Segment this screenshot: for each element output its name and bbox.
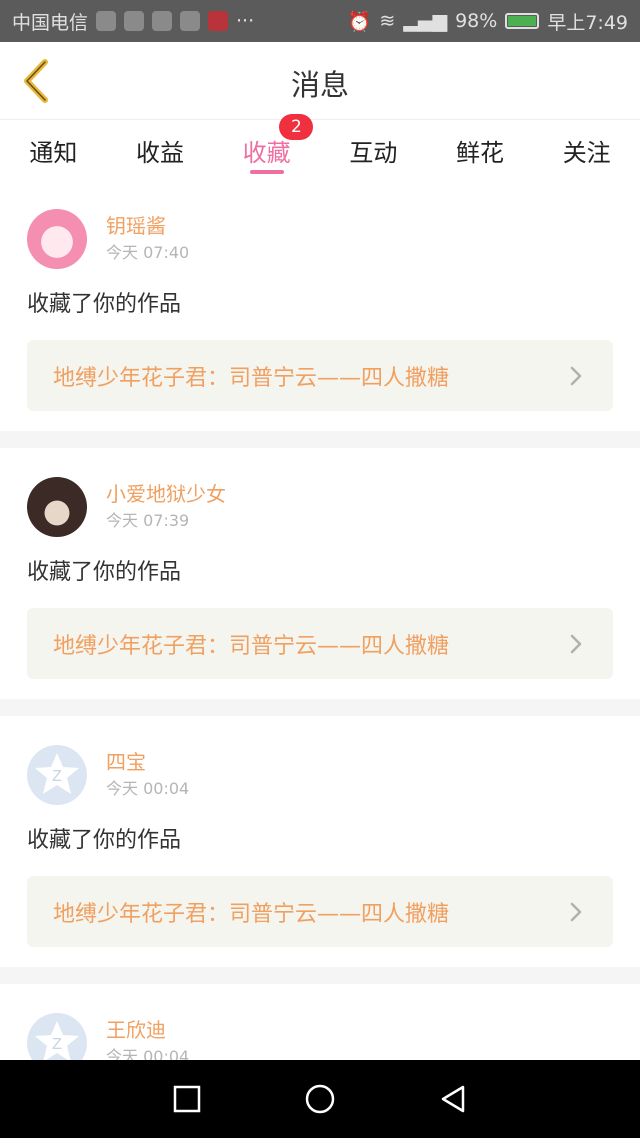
work-title: 地缚少年花子君：司普宁云——四人撒糖	[53, 901, 450, 927]
username[interactable]: 钥瑶酱	[106, 212, 189, 240]
work-link[interactable]: 地缚少年花子君：司普宁云——四人撒糖	[27, 876, 613, 947]
square-icon	[173, 1085, 200, 1113]
status-bar: 中国电信 ··· ⏰ ≋ ▂▄▆ 98% 早上7:49	[0, 0, 640, 42]
action-text: 收藏了你的作品	[27, 560, 182, 585]
work-title: 地缚少年花子君：司普宁云——四人撒糖	[53, 633, 450, 659]
tab-earnings[interactable]: 收益	[107, 120, 214, 180]
recent-apps-button[interactable]	[167, 1079, 207, 1119]
app-notification-icon	[124, 11, 145, 31]
default-avatar-icon[interactable]: Z	[27, 1013, 87, 1060]
app-notification-icon	[180, 11, 201, 31]
default-avatar-icon[interactable]: Z	[27, 745, 87, 805]
tab-interactions[interactable]: 互动	[320, 120, 427, 180]
message-feed[interactable]: 钥瑶酱 今天 07:40 收藏了你的作品 地缚少年花子君：司普宁云——四人撒糖 …	[0, 180, 640, 1060]
home-button[interactable]	[300, 1079, 340, 1119]
heart-notification-icon	[96, 11, 117, 31]
unread-badge: 2	[279, 114, 314, 140]
back-nav-button[interactable]	[433, 1079, 473, 1119]
tab-favorites[interactable]: 收藏 2	[213, 114, 320, 180]
timestamp: 今天 00:04	[106, 1047, 190, 1060]
action-text: 收藏了你的作品	[27, 828, 182, 853]
header: 消息	[0, 42, 640, 120]
list-item: 钥瑶酱 今天 07:40 收藏了你的作品 地缚少年花子君：司普宁云——四人撒糖	[0, 180, 640, 448]
clock: 早上7:49	[547, 11, 628, 34]
tab-follows[interactable]: 关注	[533, 120, 640, 180]
wifi-icon: ≋	[379, 10, 396, 32]
system-nav-bar	[0, 1060, 640, 1138]
work-title: 地缚少年花子君：司普宁云——四人撒糖	[53, 365, 450, 391]
chevron-right-icon	[565, 365, 587, 387]
timestamp: 今天 07:39	[106, 511, 190, 530]
tab-notifications[interactable]: 通知	[0, 120, 107, 180]
battery-icon	[505, 13, 540, 29]
chevron-right-icon	[565, 901, 587, 923]
tab-bar: 通知 收益 收藏 2 互动 鲜花 关注	[0, 114, 640, 180]
avatar[interactable]	[27, 209, 87, 269]
news-notification-icon	[208, 11, 229, 31]
carrier-label: 中国电信	[12, 11, 89, 34]
list-item: Z 四宝 今天 00:04 收藏了你的作品 地缚少年花子君：司普宁云——四人撒糖	[0, 716, 640, 984]
svg-text:Z: Z	[52, 768, 62, 785]
more-notifications-icon: ···	[236, 10, 255, 32]
signal-icon: ▂▄▆	[403, 10, 448, 32]
battery-percent: 98%	[455, 10, 498, 32]
triangle-back-icon	[442, 1085, 465, 1113]
avatar[interactable]	[27, 477, 87, 537]
work-link[interactable]: 地缚少年花子君：司普宁云——四人撒糖	[27, 340, 613, 411]
action-text: 收藏了你的作品	[27, 292, 182, 317]
list-item: 小爱地狱少女 今天 07:39 收藏了你的作品 地缚少年花子君：司普宁云——四人…	[0, 448, 640, 716]
active-tab-indicator	[249, 170, 284, 174]
page-title: 消息	[290, 68, 349, 102]
username[interactable]: 王欣迪	[106, 1016, 189, 1044]
svg-text:Z: Z	[52, 1036, 62, 1053]
tab-flowers[interactable]: 鲜花	[427, 120, 534, 180]
list-item: Z 王欣迪 今天 00:04	[0, 984, 640, 1060]
tab-favorites-label: 收藏	[242, 138, 291, 167]
wechat-icon	[152, 11, 173, 31]
timestamp: 今天 00:04	[106, 779, 190, 798]
circle-icon	[305, 1084, 335, 1114]
alarm-icon: ⏰	[347, 10, 372, 33]
work-link[interactable]: 地缚少年花子君：司普宁云——四人撒糖	[27, 608, 613, 679]
username[interactable]: 小爱地狱少女	[106, 480, 226, 508]
username[interactable]: 四宝	[106, 748, 189, 776]
chevron-right-icon	[565, 633, 587, 655]
timestamp: 今天 07:40	[106, 243, 190, 262]
